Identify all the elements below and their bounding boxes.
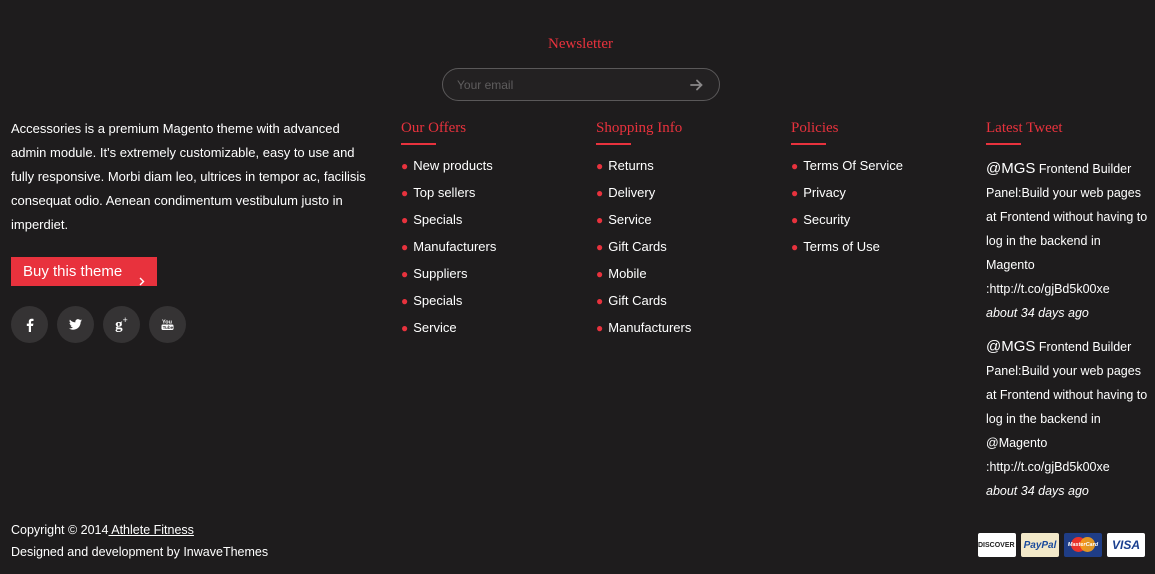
- list-item[interactable]: ● Specials: [401, 292, 496, 319]
- policies-column: Policies ● Terms Of Service ● Privacy ● Sec…: [791, 120, 903, 265]
- tweet-item: @MGS Frontend Builder Panel:Build your w…: [986, 157, 1151, 325]
- twitter-icon[interactable]: [57, 306, 94, 343]
- list-item[interactable]: ● Suppliers: [401, 265, 496, 292]
- tweet-handle[interactable]: @MGS: [986, 160, 1035, 177]
- buy-theme-label: Buy this theme: [23, 263, 123, 280]
- copyright-text: Copyright © 2014: [11, 523, 109, 537]
- payment-methods: DISCOVER PayPal MasterCard VISA: [978, 533, 1145, 557]
- mastercard-icon: MasterCard: [1064, 533, 1102, 557]
- newsletter-form: [442, 68, 720, 101]
- chevron-right-icon: [139, 267, 145, 296]
- list-item[interactable]: ● Manufacturers: [401, 238, 496, 265]
- list-item[interactable]: ● Mobile: [596, 265, 691, 292]
- list-item[interactable]: ● Privacy: [791, 184, 903, 211]
- list-item[interactable]: ● Delivery: [596, 184, 691, 211]
- visa-icon: VISA: [1107, 533, 1145, 557]
- about-section: Accessories is a premium Magento theme w…: [11, 117, 376, 343]
- list-item[interactable]: ● Terms of Use: [791, 238, 903, 265]
- copyright: Copyright © 2014 Athlete Fitness Designe…: [11, 519, 268, 563]
- paypal-icon: PayPal: [1021, 533, 1059, 557]
- tweet-handle[interactable]: @MGS: [986, 338, 1035, 355]
- svg-text:Tube: Tube: [163, 325, 174, 330]
- policies-title: Policies: [791, 120, 903, 145]
- tweet-time: about 34 days ago: [986, 484, 1089, 498]
- tweets-title: Latest Tweet: [986, 120, 1151, 145]
- facebook-icon[interactable]: [11, 306, 48, 343]
- tweet-text: Frontend Builder Panel:Build your web pa…: [986, 340, 1148, 474]
- tweet-time: about 34 days ago: [986, 306, 1089, 320]
- about-text: Accessories is a premium Magento theme w…: [11, 121, 366, 232]
- youtube-icon[interactable]: You Tube: [149, 306, 186, 343]
- tweets-column: Latest Tweet @MGS Frontend Builder Panel…: [986, 120, 1151, 503]
- tweet-text: Frontend Builder Panel:Build your web pa…: [986, 162, 1148, 296]
- designed-by-text: Designed and development by InwaveThemes: [11, 545, 269, 559]
- offers-column: Our Offers ● New products ● Top sellers ● S…: [401, 120, 496, 346]
- shopping-column: Shopping Info ● Returns ● Delivery ● Servic…: [596, 120, 691, 346]
- list-item[interactable]: ● Terms Of Service: [791, 157, 903, 184]
- newsletter-section: Newsletter: [0, 36, 1155, 53]
- tweet-item: @MGS Frontend Builder Panel:Build your w…: [986, 335, 1151, 503]
- list-item[interactable]: ● Top sellers: [401, 184, 496, 211]
- google-plus-icon[interactable]: g+: [103, 306, 140, 343]
- list-item[interactable]: ● Gift Cards: [596, 238, 691, 265]
- discover-icon: DISCOVER: [978, 533, 1016, 557]
- list-item[interactable]: ● Manufacturers: [596, 319, 691, 346]
- shopping-title: Shopping Info: [596, 120, 691, 145]
- newsletter-email-input[interactable]: [457, 69, 677, 100]
- list-item[interactable]: ● Returns: [596, 157, 691, 184]
- social-links: g+ You Tube: [11, 306, 186, 343]
- list-item[interactable]: ● Service: [596, 211, 691, 238]
- buy-theme-button[interactable]: Buy this theme: [11, 257, 157, 286]
- list-item[interactable]: ● Gift Cards: [596, 292, 691, 319]
- list-item[interactable]: ● Specials: [401, 211, 496, 238]
- list-item[interactable]: ● Security: [791, 211, 903, 238]
- list-item[interactable]: ● Service: [401, 319, 496, 346]
- offers-title: Our Offers: [401, 120, 496, 145]
- brand-link[interactable]: Athlete Fitness: [108, 523, 194, 537]
- list-item[interactable]: ● New products: [401, 157, 496, 184]
- arrow-right-icon[interactable]: [689, 77, 705, 93]
- newsletter-title: Newsletter: [548, 36, 613, 52]
